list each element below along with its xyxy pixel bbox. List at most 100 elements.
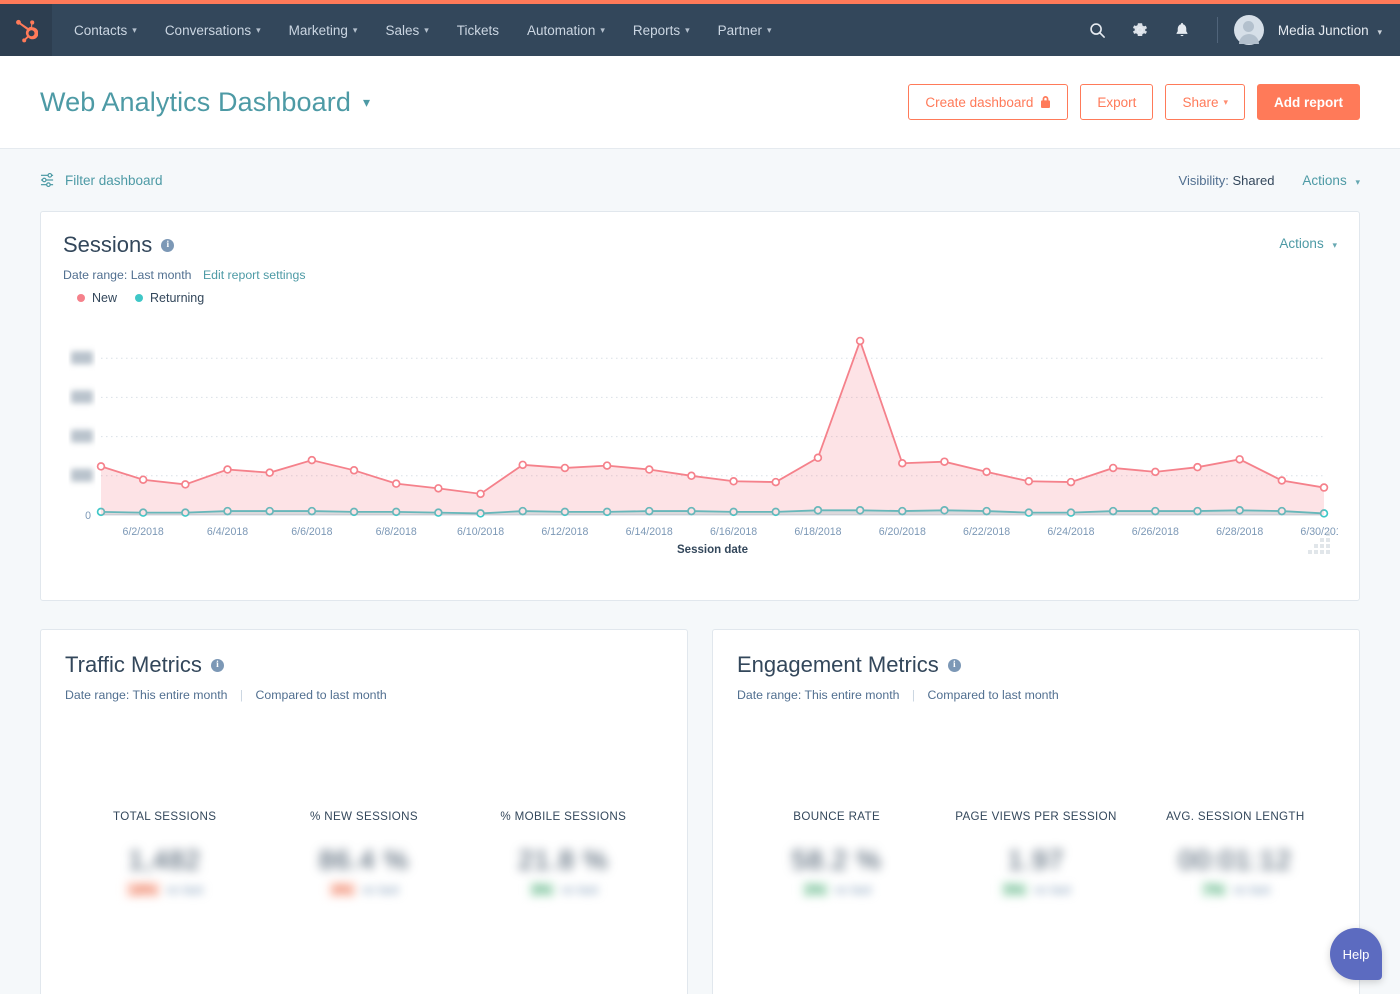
engagement-metrics-title: Engagement Metrics bbox=[737, 652, 939, 677]
legend-item-returning[interactable]: Returning bbox=[135, 291, 204, 305]
export-button[interactable]: Export bbox=[1080, 84, 1154, 120]
account-menu[interactable]: Media Junction ▾ bbox=[1278, 23, 1382, 38]
account-name-label: Media Junction bbox=[1277, 22, 1369, 38]
nav-item-tickets[interactable]: Tickets bbox=[443, 4, 513, 56]
avatar[interactable] bbox=[1233, 15, 1264, 45]
metric-delta: 5% vs last bbox=[1001, 882, 1071, 897]
sessions-actions-menu[interactable]: Actions ▾ bbox=[1279, 236, 1337, 251]
header-actions: Create dashboard Export Share ▾ Add repo… bbox=[908, 84, 1360, 120]
metric-delta: 2% vs last bbox=[801, 882, 871, 897]
metric-total-sessions: TOTAL SESSIONS 1,482 18% vs last bbox=[65, 810, 264, 897]
metric-label: TOTAL SESSIONS bbox=[113, 810, 217, 823]
nav-item-reports[interactable]: Reports ▾ bbox=[619, 4, 704, 56]
dashboard-board: Sessions i Actions ▾ Date range: Last mo… bbox=[0, 211, 1400, 994]
metric-delta: 18% vs last bbox=[126, 882, 203, 897]
search-button[interactable] bbox=[1079, 4, 1117, 56]
chevron-down-icon: ▾ bbox=[1223, 96, 1228, 107]
share-button[interactable]: Share ▾ bbox=[1165, 84, 1245, 120]
traffic-metrics-grid: TOTAL SESSIONS 1,482 18% vs last % NEW S… bbox=[65, 810, 663, 897]
traffic-metrics-meta: Date range: This entire month | Compared… bbox=[65, 688, 663, 702]
metric-delta-chip: 7% bbox=[1200, 882, 1228, 897]
svg-text:6/24/2018: 6/24/2018 bbox=[1047, 526, 1094, 538]
settings-button[interactable] bbox=[1121, 4, 1159, 56]
page-header: Web Analytics Dashboard ▾ Create dashboa… bbox=[0, 56, 1400, 149]
nav-item-label: Contacts bbox=[74, 22, 128, 38]
sessions-actions-label: Actions bbox=[1279, 236, 1324, 251]
svg-text:6/2/2018: 6/2/2018 bbox=[123, 526, 164, 538]
nav-item-contacts[interactable]: Contacts ▾ bbox=[60, 4, 151, 56]
metric-delta-chip: 5% bbox=[1001, 882, 1028, 897]
nav-item-label: Partner bbox=[717, 22, 762, 38]
comparison-label: Compared to last month bbox=[255, 688, 387, 702]
sessions-card-header: Sessions i bbox=[63, 232, 175, 258]
add-report-label: Add report bbox=[1274, 94, 1343, 110]
help-label: Help bbox=[1342, 946, 1370, 962]
filter-dashboard-button[interactable]: Filter dashboard bbox=[40, 173, 163, 188]
add-report-button[interactable]: Add report bbox=[1257, 84, 1360, 120]
metric-value: 58.2 % bbox=[791, 845, 882, 875]
legend-item-new[interactable]: New bbox=[77, 291, 117, 305]
metric-label: % MOBILE SESSIONS bbox=[500, 810, 627, 823]
svg-text:6/26/2018: 6/26/2018 bbox=[1132, 526, 1179, 538]
edit-report-settings-link[interactable]: Edit report settings bbox=[203, 268, 306, 282]
dashboard-actions-menu[interactable]: Actions ▾ bbox=[1302, 173, 1360, 188]
resize-grip-icon[interactable] bbox=[1307, 531, 1333, 557]
legend-label: New bbox=[92, 291, 118, 305]
filter-sliders-icon bbox=[40, 173, 54, 187]
nav-item-marketing[interactable]: Marketing ▾ bbox=[275, 4, 372, 56]
chevron-down-icon: ▾ bbox=[424, 24, 429, 35]
nav-menu: Contacts ▾ Conversations ▾ Marketing ▾ S… bbox=[60, 4, 785, 56]
dashboard-actions-label: Actions bbox=[1302, 172, 1347, 188]
date-range-value: This entire month bbox=[804, 688, 900, 702]
chevron-down-icon: ▾ bbox=[685, 24, 690, 35]
nav-item-label: Conversations bbox=[164, 22, 252, 38]
engagement-metrics-header: Engagement Metrics i bbox=[737, 652, 961, 678]
global-navbar: Contacts ▾ Conversations ▾ Marketing ▾ S… bbox=[0, 4, 1400, 56]
nav-right-group: Media Junction ▾ bbox=[1079, 4, 1400, 56]
metric-percent-new-sessions: % NEW SESSIONS 86.4 % 4% vs last bbox=[264, 810, 463, 897]
nav-item-sales[interactable]: Sales ▾ bbox=[371, 4, 442, 56]
search-icon bbox=[1090, 22, 1106, 38]
nav-item-label: Automation bbox=[527, 22, 596, 38]
info-icon[interactable]: i bbox=[947, 658, 961, 672]
metric-avg-session-length: AVG. SESSION LENGTH 00:01:12 7% vs last bbox=[1136, 810, 1335, 897]
chevron-down-icon: ▾ bbox=[352, 24, 358, 35]
date-range-key: Date range: bbox=[63, 268, 128, 282]
filter-dashboard-label: Filter dashboard bbox=[65, 172, 163, 188]
svg-text:6/28/2018: 6/28/2018 bbox=[1216, 526, 1263, 538]
legend-swatch-icon bbox=[135, 294, 144, 302]
metric-label: BOUNCE RATE bbox=[793, 810, 881, 823]
metric-delta-text: vs last bbox=[1233, 882, 1271, 897]
create-dashboard-button[interactable]: Create dashboard bbox=[908, 84, 1069, 120]
metric-label: % NEW SESSIONS bbox=[310, 810, 418, 823]
metric-delta-chip: 4% bbox=[329, 882, 356, 897]
nav-item-automation[interactable]: Automation ▾ bbox=[513, 4, 619, 56]
hubspot-sprocket-icon bbox=[16, 19, 38, 42]
metric-delta-chip: 3% bbox=[528, 882, 556, 897]
svg-text:6/10/2018: 6/10/2018 bbox=[457, 526, 504, 538]
metric-page-views-per-session: PAGE VIEWS PER SESSION 1.97 5% vs last bbox=[936, 810, 1135, 897]
nav-item-conversations[interactable]: Conversations ▾ bbox=[151, 4, 275, 56]
meta-divider: | bbox=[239, 688, 244, 702]
nav-item-label: Marketing bbox=[288, 22, 348, 38]
dashboard-switcher-caret-icon[interactable]: ▾ bbox=[363, 94, 370, 111]
svg-text:6/14/2018: 6/14/2018 bbox=[626, 526, 673, 538]
bell-icon bbox=[1176, 22, 1188, 37]
metric-delta: 4% vs last bbox=[329, 882, 399, 897]
chart-legend: New Returning bbox=[63, 291, 1337, 305]
traffic-metrics-card: Traffic Metrics i Date range: This entir… bbox=[40, 629, 688, 994]
sessions-area-chart[interactable]: 0 6/2/2018 6/4/2018 6/6/2018 6/8/2018 6/10/20… bbox=[63, 311, 1338, 561]
visibility-key: Visibility: bbox=[1178, 172, 1229, 188]
svg-text:6/12/2018: 6/12/2018 bbox=[541, 526, 588, 538]
help-button[interactable]: Help bbox=[1330, 928, 1382, 980]
date-range-key: Date range: bbox=[737, 688, 802, 702]
metric-delta-text: vs last bbox=[166, 882, 204, 897]
traffic-metrics-title: Traffic Metrics bbox=[65, 652, 202, 677]
info-icon[interactable]: i bbox=[161, 238, 175, 252]
nav-item-partner[interactable]: Partner ▾ bbox=[704, 4, 786, 56]
svg-text:6/4/2018: 6/4/2018 bbox=[207, 526, 248, 538]
notifications-button[interactable] bbox=[1163, 4, 1201, 56]
export-label: Export bbox=[1097, 94, 1137, 110]
info-icon[interactable]: i bbox=[210, 658, 224, 672]
hubspot-logo[interactable] bbox=[0, 4, 52, 56]
